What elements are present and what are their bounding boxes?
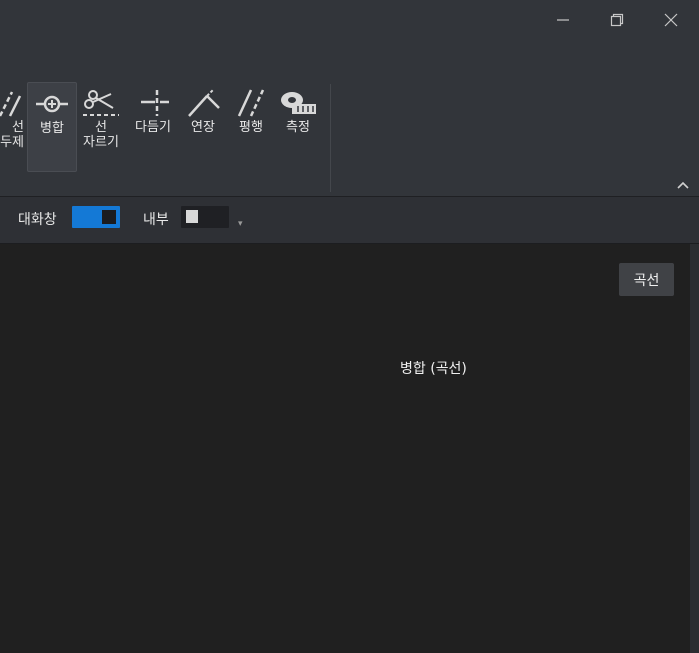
trim-icon <box>141 90 169 116</box>
minimize-icon[interactable] <box>543 6 583 34</box>
tool-label: 연장 <box>191 120 215 135</box>
scissors-icon <box>83 90 119 116</box>
dropdown-icon[interactable]: ▾ <box>238 219 243 229</box>
tool-label: 선 두제 <box>0 120 24 150</box>
parallel-button[interactable]: 평행 <box>227 82 275 170</box>
extend-button[interactable]: 연장 <box>179 82 227 170</box>
chevron-up-icon[interactable] <box>676 178 694 196</box>
drawing-canvas[interactable] <box>0 244 690 653</box>
restore-icon[interactable] <box>597 6 637 34</box>
parallel-icon <box>237 89 265 117</box>
curve-button[interactable]: 곡선 <box>619 263 674 296</box>
cut-line-button[interactable]: 선 자르기 <box>77 82 125 170</box>
ribbon-toolbar: 선 두제 병합 선 자르기 다듬기 연장 평행 측정 <box>0 44 699 197</box>
tool-label: 병합 <box>40 121 64 136</box>
tape-measure-icon <box>281 92 316 114</box>
extend-icon <box>188 89 220 117</box>
join-button[interactable]: 병합 <box>27 82 77 172</box>
inner-toggle[interactable] <box>181 206 229 228</box>
ribbon-separator <box>330 84 331 192</box>
title-bar <box>0 0 699 44</box>
tool-label: 측정 <box>286 120 310 135</box>
partial-delete-icon <box>0 91 22 117</box>
dialog-toggle[interactable] <box>72 206 120 228</box>
options-bar: 대화창 내부 ▾ <box>0 197 699 244</box>
partial-delete-button[interactable]: 선 두제 <box>0 82 28 170</box>
vertical-scrollbar[interactable] <box>690 244 699 653</box>
close-icon[interactable] <box>651 6 691 34</box>
command-status: 병합 (곡선) <box>400 361 467 377</box>
dialog-label: 대화창 <box>18 212 57 228</box>
tool-label: 평행 <box>239 120 263 135</box>
inner-label: 내부 <box>143 212 169 228</box>
trim-button[interactable]: 다듬기 <box>129 82 177 170</box>
tool-label: 선 자르기 <box>83 120 119 150</box>
tool-label: 다듬기 <box>135 120 171 135</box>
measure-button[interactable]: 측정 <box>274 82 322 170</box>
join-icon <box>36 95 68 113</box>
